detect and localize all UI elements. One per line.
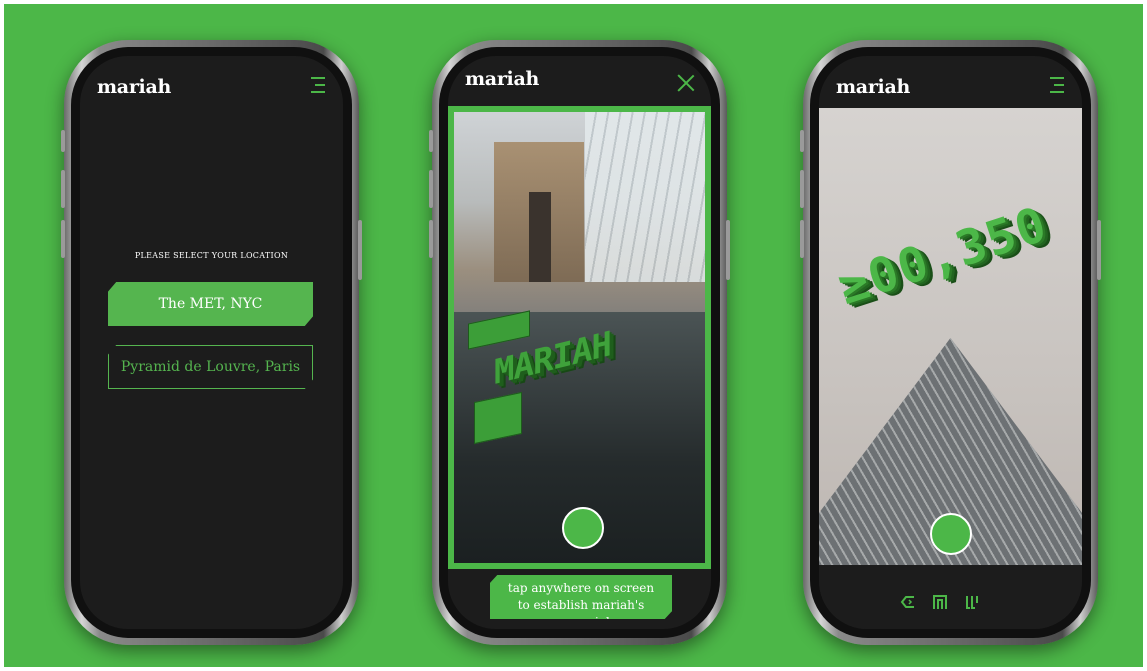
menu-icon[interactable] <box>1048 74 1064 98</box>
ar-counter: ≥00,350 <box>831 195 1055 317</box>
side-button <box>429 220 433 258</box>
home-icon[interactable] <box>931 593 949 611</box>
gallery-icon[interactable] <box>963 593 981 611</box>
screen: mariah ≥00,350 <box>819 56 1082 629</box>
app-logo: mariah <box>836 76 910 98</box>
power-button <box>1097 220 1101 280</box>
side-button <box>61 130 65 152</box>
side-button <box>800 130 804 152</box>
tap-instruction-line1: tap anywhere on screen <box>507 581 655 595</box>
tap-instruction: tap anywhere on screen to establish mari… <box>490 575 672 619</box>
location-button-met[interactable]: The MET, NYC <box>108 282 313 326</box>
power-button <box>726 220 730 280</box>
app-logo: mariah <box>97 76 171 98</box>
side-button <box>429 170 433 208</box>
ar-camera-view[interactable]: ≥00,350 <box>819 108 1082 565</box>
tap-instruction-line2: to establish mariah's memorial <box>517 598 645 629</box>
phone-ar-placement: mariah MARIAH tap anywhere on screen to … <box>429 40 730 645</box>
side-button <box>800 170 804 208</box>
power-button <box>358 220 362 280</box>
temple-door <box>529 192 551 282</box>
capture-button[interactable] <box>930 513 972 555</box>
ar-camera-view[interactable]: MARIAH <box>448 106 711 569</box>
side-button <box>61 170 65 208</box>
location-button-louvre[interactable]: Pyramid de Louvre, Paris <box>108 345 313 389</box>
back-icon[interactable] <box>899 593 917 611</box>
phone-location-select: mariah PLEASE SELECT YOUR LOCATION The M… <box>61 40 362 645</box>
location-prompt: PLEASE SELECT YOUR LOCATION <box>134 251 289 260</box>
side-button <box>429 130 433 152</box>
side-button <box>800 220 804 258</box>
bottom-nav <box>819 565 1082 629</box>
app-logo: mariah <box>465 68 539 90</box>
phone-ar-counter: mariah ≥00,350 <box>800 40 1101 645</box>
close-icon[interactable] <box>677 74 695 92</box>
menu-icon[interactable] <box>309 74 325 98</box>
side-button <box>61 220 65 258</box>
screen: mariah PLEASE SELECT YOUR LOCATION The M… <box>80 56 343 629</box>
screen: mariah MARIAH tap anywhere on screen to … <box>448 56 711 629</box>
capture-button[interactable] <box>562 507 604 549</box>
glass-wall-photo <box>585 112 705 282</box>
